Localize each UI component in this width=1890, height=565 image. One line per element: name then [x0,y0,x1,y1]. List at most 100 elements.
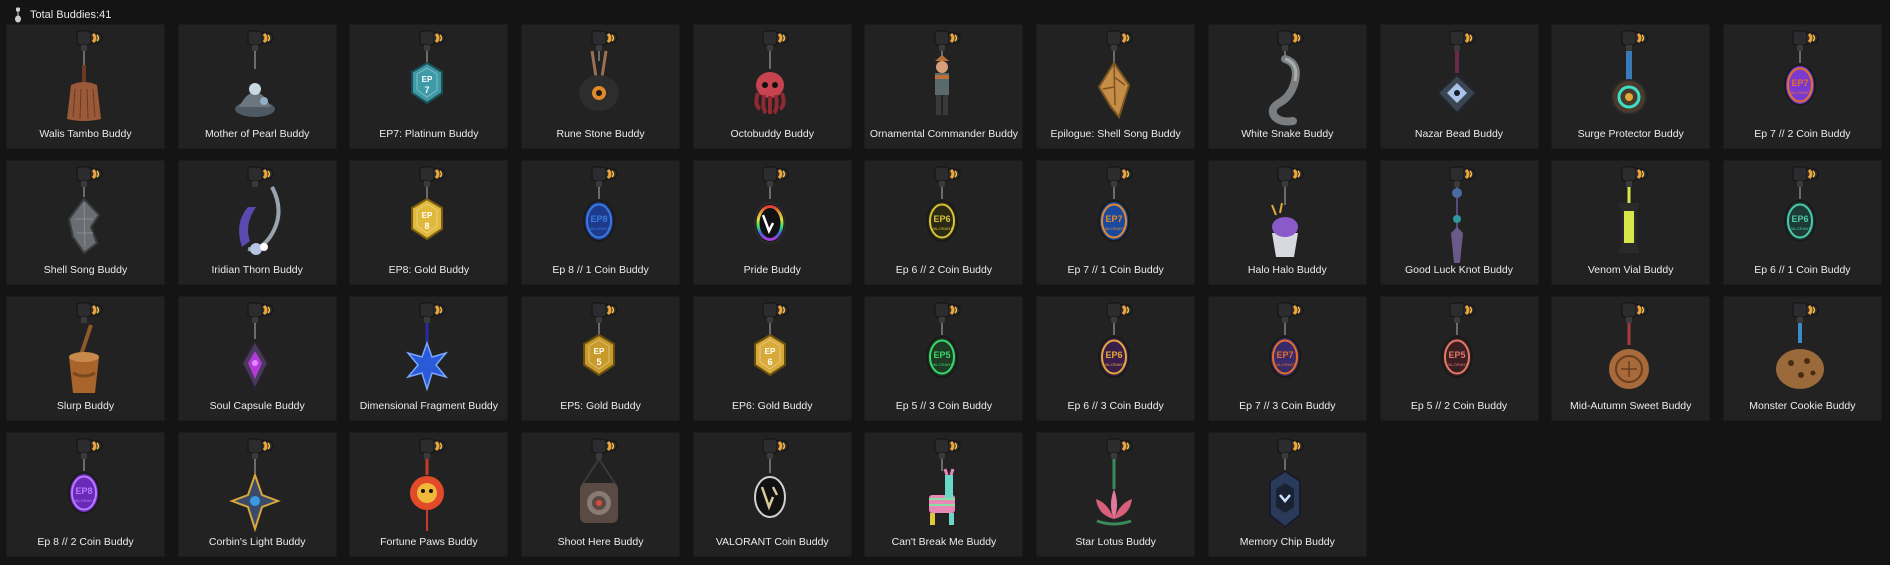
buddy-card[interactable]: EP6 VALORANT Ep 6 // 3 Coin Buddy [1036,296,1196,421]
buddy-thumbnail: EP 7 [410,30,446,105]
buddy-thumbnail: EP 5 [582,302,617,377]
buddy-name: Nazar Bead Buddy [1414,128,1504,140]
buddy-card[interactable]: Slurp Buddy [6,296,165,421]
buddy-thumbnail [241,302,274,392]
buddy-thumbnail: EP7 VALORANT [1097,166,1133,242]
buddy-thumbnail [235,30,276,117]
svg-text:EP6: EP6 [1792,214,1809,224]
buddy-card[interactable]: Epilogue: Shell Song Buddy [1036,24,1196,149]
buddy-name: EP5: Gold Buddy [560,400,641,412]
buddy-thumbnail [1269,438,1304,529]
svg-text:EP: EP [422,75,433,84]
buddy-name: Monster Cookie Buddy [1749,400,1856,412]
svg-text:8: 8 [424,221,429,231]
buddy-card[interactable]: EP 8 EP8: Gold Buddy [349,160,509,285]
buddy-thumbnail: EP 6 [754,302,789,377]
buddy-thumbnail [754,438,789,518]
buddy-collection-page: Total Buddies:41 Walis Tambo Buddy Mothe… [0,0,1890,565]
buddy-thumbnail [405,302,449,392]
buddy-thumbnail: EP6 VALORANT [1784,166,1819,242]
buddy-card[interactable]: White Snake Buddy [1207,24,1367,149]
buddy-card[interactable]: Shoot Here Buddy [521,432,681,557]
svg-text:EP8: EP8 [590,214,607,224]
buddy-card[interactable]: Mid-Autumn Sweet Buddy [1551,296,1711,421]
buddy-thumbnail [1449,166,1476,263]
buddy-card[interactable]: Walis Tambo Buddy [6,24,165,149]
buddy-card[interactable]: Pride Buddy [692,160,852,285]
buddy-name: Corbin's Light Buddy [208,536,306,548]
buddy-thumbnail [68,302,102,393]
buddy-card[interactable]: Can't Break Me Buddy [864,432,1024,557]
svg-text:VALORANT: VALORANT [73,498,95,503]
buddy-card[interactable]: Memory Chip Buddy [1207,432,1367,557]
buddy-card[interactable]: Venom Vial Buddy [1551,160,1711,285]
buddy-card[interactable]: EP8 VALORANT Ep 8 // 1 Coin Buddy [521,160,681,285]
buddy-card[interactable]: EP7 VALORANT Ep 7 // 1 Coin Buddy [1036,160,1196,285]
buddy-thumbnail [578,30,619,111]
buddy-name: Star Lotus Buddy [1075,536,1156,548]
svg-text:EP: EP [765,347,776,356]
buddy-name: Ep 7 // 1 Coin Buddy [1067,264,1164,276]
buddy-card[interactable]: EP7 VALORANT Ep 7 // 2 Coin Buddy [1722,24,1882,149]
buddy-thumbnail [1436,30,1478,115]
buddy-card[interactable]: Rune Stone Buddy [521,24,681,149]
buddy-thumbnail: EP7 VALORANT [1784,30,1819,106]
buddy-card[interactable]: EP7 VALORANT Ep 7 // 3 Coin Buddy [1207,296,1367,421]
svg-text:EP7: EP7 [1277,350,1294,360]
buddy-name: Pride Buddy [743,264,801,276]
buddy-card[interactable]: Soul Capsule Buddy [177,296,337,421]
buddy-card[interactable]: EP6 VALORANT Ep 6 // 2 Coin Buddy [864,160,1024,285]
buddy-card[interactable]: EP 6 EP6: Gold Buddy [692,296,852,421]
buddy-name: Fortune Paws Buddy [380,536,478,548]
buddy-card[interactable]: Dimensional Fragment Buddy [349,296,509,421]
buddy-thumbnail: EP8 VALORANT [582,166,617,242]
buddy-card[interactable]: Ornamental Commander Buddy [864,24,1024,149]
buddy-name: EP8: Gold Buddy [388,264,470,276]
buddy-card[interactable]: VALORANT Coin Buddy [692,432,852,557]
buddy-name: Walis Tambo Buddy [39,128,132,140]
buddy-card[interactable]: EP6 VALORANT Ep 6 // 1 Coin Buddy [1722,160,1882,285]
buddy-card[interactable]: EP5 VALORANT Ep 5 // 3 Coin Buddy [864,296,1024,421]
buddy-card[interactable]: Corbin's Light Buddy [177,432,337,557]
buddy-thumbnail: EP 8 [410,166,446,241]
buddy-thumbnail [754,166,789,244]
buddy-card[interactable]: Iridian Thorn Buddy [177,160,337,285]
buddy-card[interactable]: Octobuddy Buddy [692,24,852,149]
buddy-card[interactable]: EP 5 EP5: Gold Buddy [521,296,681,421]
buddy-card[interactable]: Good Luck Knot Buddy [1379,160,1539,285]
buddy-thumbnail [409,438,446,531]
buddy-name: Ornamental Commander Buddy [869,128,1019,140]
buddy-card[interactable]: Fortune Paws Buddy [349,432,509,557]
buddy-name: White Snake Buddy [1241,128,1334,140]
buddy-card[interactable]: Star Lotus Buddy [1036,432,1196,557]
svg-text:EP5: EP5 [933,350,950,360]
buddy-card[interactable]: EP5 VALORANT Ep 5 // 2 Coin Buddy [1379,296,1539,421]
buddy-card[interactable]: Nazar Bead Buddy [1379,24,1539,149]
buddy-thumbnail [1776,302,1825,389]
buddy-name: Venom Vial Buddy [1587,264,1674,276]
svg-text:VALORANT: VALORANT [588,226,610,231]
buddy-name: Surge Protector Buddy [1577,128,1684,140]
buddy-thumbnail [579,438,618,523]
buddy-card[interactable]: Monster Cookie Buddy [1722,296,1882,421]
buddy-card[interactable]: Mother of Pearl Buddy [177,24,337,149]
svg-text:5: 5 [596,357,601,367]
svg-text:EP6: EP6 [933,214,950,224]
buddy-card[interactable]: EP8 VALORANT Ep 8 // 2 Coin Buddy [6,432,165,557]
buddy-card[interactable]: EP 7 EP7: Platinum Buddy [349,24,509,149]
buddy-name: Ep 7 // 3 Coin Buddy [1239,400,1336,412]
buddy-thumbnail [229,438,282,533]
svg-text:6: 6 [768,357,773,367]
svg-text:EP5: EP5 [1448,350,1465,360]
svg-text:EP7: EP7 [1792,78,1809,88]
buddy-grid: Walis Tambo Buddy Mother of Pearl Buddy [6,24,1886,557]
svg-text:VALORANT: VALORANT [1103,362,1125,367]
buddy-card[interactable]: Halo Halo Buddy [1207,160,1367,285]
buddy-name: Ep 7 // 2 Coin Buddy [1754,128,1851,140]
buddy-name: Ep 6 // 1 Coin Buddy [1754,264,1851,276]
buddy-card[interactable]: Surge Protector Buddy [1551,24,1711,149]
svg-text:VALORANT: VALORANT [1790,90,1812,95]
svg-text:VALORANT: VALORANT [931,362,953,367]
buddy-thumbnail: EP5 VALORANT [925,302,961,378]
buddy-card[interactable]: Shell Song Buddy [6,160,165,285]
